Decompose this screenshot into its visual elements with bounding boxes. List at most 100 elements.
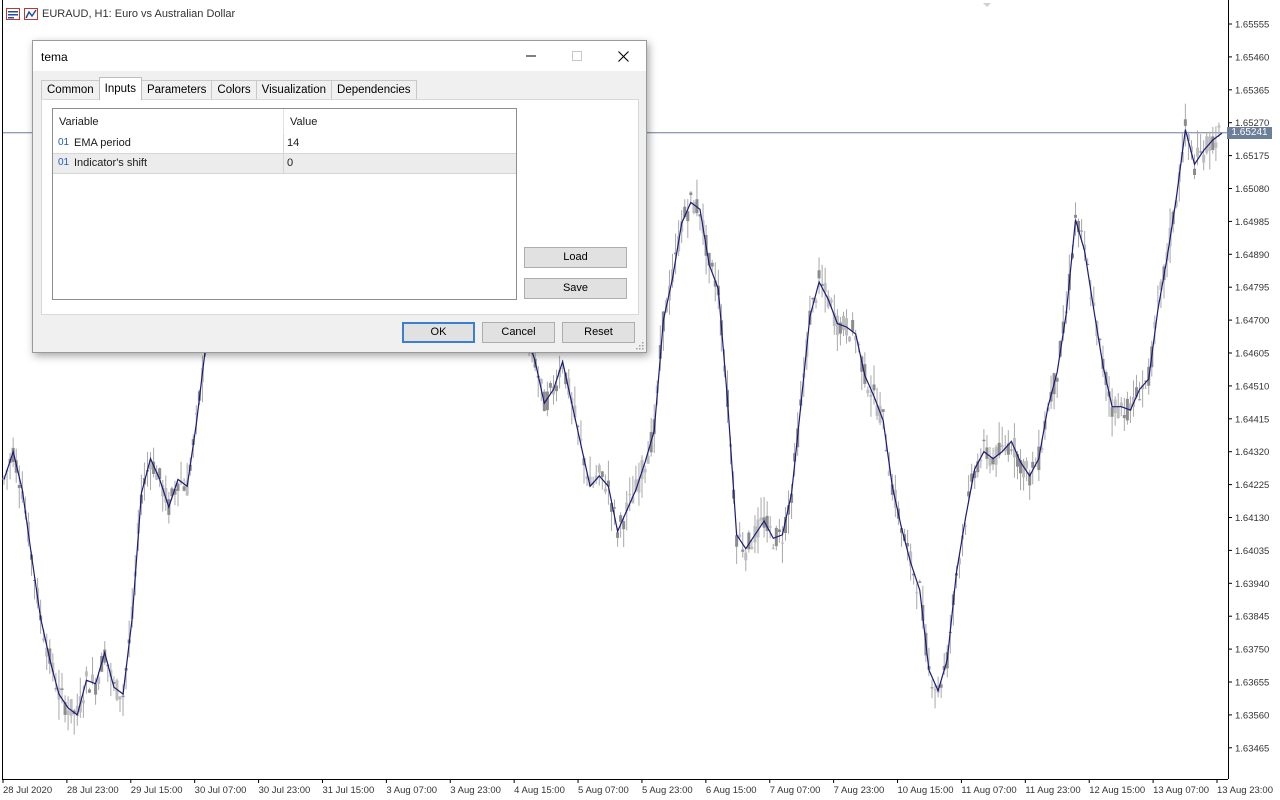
- table-row[interactable]: 01 Indicator's shift 0: [53, 154, 516, 174]
- tab-parameters[interactable]: Parameters: [140, 80, 213, 100]
- candle-body: [643, 468, 647, 473]
- candle-body: [555, 385, 559, 392]
- time-axis-label: 13 Aug 23:00: [1217, 785, 1273, 796]
- price-axis-label: 1.64890: [1235, 250, 1269, 261]
- cancel-button[interactable]: Cancel: [482, 322, 555, 343]
- candle-body: [851, 319, 855, 332]
- table-row[interactable]: 01 EMA period 14: [53, 134, 516, 154]
- time-axis-label: 5 Aug 23:00: [642, 785, 693, 796]
- reset-button[interactable]: Reset: [562, 322, 635, 343]
- chart-type-icon[interactable]: [24, 8, 38, 20]
- candle-body: [597, 465, 601, 473]
- minimize-icon: [526, 55, 536, 57]
- candle-body: [1122, 415, 1126, 419]
- load-button[interactable]: Load: [524, 247, 627, 268]
- maximize-icon: [572, 51, 582, 61]
- price-axis-label: 1.63845: [1235, 612, 1269, 623]
- candle-body: [835, 315, 839, 336]
- dialog-title: tema: [41, 50, 68, 64]
- candle-body: [933, 689, 937, 691]
- resize-grip-icon[interactable]: [636, 342, 644, 350]
- candle-body: [918, 581, 922, 583]
- candle-body: [689, 192, 693, 196]
- price-axis-label: 1.63940: [1235, 579, 1269, 590]
- candle-body: [603, 488, 607, 492]
- time-axis-label: 30 Jul 07:00: [195, 785, 247, 796]
- candle-body: [738, 534, 742, 538]
- time-axis-label: 3 Aug 07:00: [386, 785, 437, 796]
- chart-shift-marker-icon[interactable]: [983, 3, 991, 7]
- candle-body: [744, 552, 748, 561]
- time-axis-label: 3 Aug 23:00: [450, 785, 501, 796]
- candle-body: [1138, 399, 1142, 401]
- minimize-button[interactable]: [508, 41, 554, 71]
- time-axis-label: 11 Aug 07:00: [961, 785, 1016, 796]
- price-axis-label: 1.63465: [1235, 743, 1269, 754]
- candle-body: [94, 683, 98, 695]
- tab-colors[interactable]: Colors: [211, 80, 257, 100]
- candle-body: [930, 687, 934, 689]
- candle-body: [66, 710, 70, 715]
- column-separator[interactable]: [283, 109, 284, 134]
- candle-body: [1205, 136, 1209, 153]
- time-axis-label: 7 Aug 07:00: [770, 785, 821, 796]
- candle-body: [1116, 405, 1120, 418]
- time-axis-label: 31 Jul 15:00: [322, 785, 374, 796]
- cell-separator: [283, 134, 284, 153]
- candle-body: [1055, 378, 1059, 382]
- dialog-tabs: Common Inputs Parameters Colors Visualiz…: [41, 77, 417, 100]
- variable-value[interactable]: 0: [287, 157, 293, 169]
- price-axis-label: 1.64225: [1235, 480, 1269, 491]
- candle-body: [87, 689, 91, 693]
- candle-body: [91, 674, 95, 682]
- tab-visualization[interactable]: Visualization: [255, 80, 333, 100]
- candle-body: [814, 300, 818, 303]
- candle-body: [1080, 230, 1084, 232]
- indicator-properties-dialog: tema Common Inputs Parameters Colors Vis…: [32, 40, 647, 353]
- candle-body: [1183, 119, 1187, 126]
- candle-body: [829, 299, 833, 303]
- price-axis-label: 1.65460: [1235, 52, 1269, 63]
- candle-body: [771, 547, 775, 549]
- time-axis-label: 5 Aug 07:00: [578, 785, 629, 796]
- tab-dependencies[interactable]: Dependencies: [331, 80, 417, 100]
- int-type-badge: 01: [58, 157, 70, 168]
- candle-body: [121, 695, 125, 698]
- dialog-titlebar[interactable]: tema: [33, 41, 646, 71]
- tab-inputs[interactable]: Inputs: [98, 77, 142, 100]
- candle-body: [17, 484, 21, 489]
- ok-button[interactable]: OK: [402, 322, 475, 343]
- candle-body: [841, 315, 845, 331]
- price-axis-label: 1.63655: [1235, 678, 1269, 689]
- price-axis-label: 1.65175: [1235, 151, 1269, 162]
- time-axis-label: 28 Jul 2020: [3, 785, 52, 796]
- close-button[interactable]: [600, 41, 646, 71]
- inputs-grid: Variable Value 01 EMA period 14 01 Indic…: [52, 108, 517, 300]
- candle-body: [780, 542, 784, 544]
- inputs-tab-panel: Variable Value 01 EMA period 14 01 Indic…: [41, 99, 639, 315]
- column-header-value[interactable]: Value: [290, 116, 317, 128]
- candle-body: [1009, 449, 1013, 451]
- candle-body: [69, 699, 73, 716]
- price-axis-label: 1.64415: [1235, 414, 1269, 425]
- time-axis-label: 12 Aug 15:00: [1089, 785, 1145, 796]
- candle-body: [616, 532, 620, 538]
- candle-body: [1025, 461, 1029, 469]
- time-axis-label: 13 Aug 07:00: [1153, 785, 1209, 796]
- save-button[interactable]: Save: [524, 278, 627, 299]
- price-axis-label: 1.64130: [1235, 513, 1269, 524]
- candle-body: [777, 529, 781, 533]
- variable-value[interactable]: 14: [287, 137, 299, 149]
- price-axis-label: 1.65080: [1235, 184, 1269, 195]
- candle-body: [622, 521, 626, 530]
- candle-body: [118, 696, 122, 700]
- candle-body: [1199, 151, 1203, 153]
- candle-body: [915, 592, 919, 594]
- price-axis-label: 1.64035: [1235, 546, 1269, 557]
- candle-body: [848, 336, 852, 342]
- candle-body: [1110, 407, 1114, 417]
- chart-menu-icon[interactable]: [6, 8, 20, 20]
- tab-common[interactable]: Common: [41, 80, 100, 100]
- candle-body: [628, 494, 632, 496]
- column-header-variable[interactable]: Variable: [59, 116, 99, 128]
